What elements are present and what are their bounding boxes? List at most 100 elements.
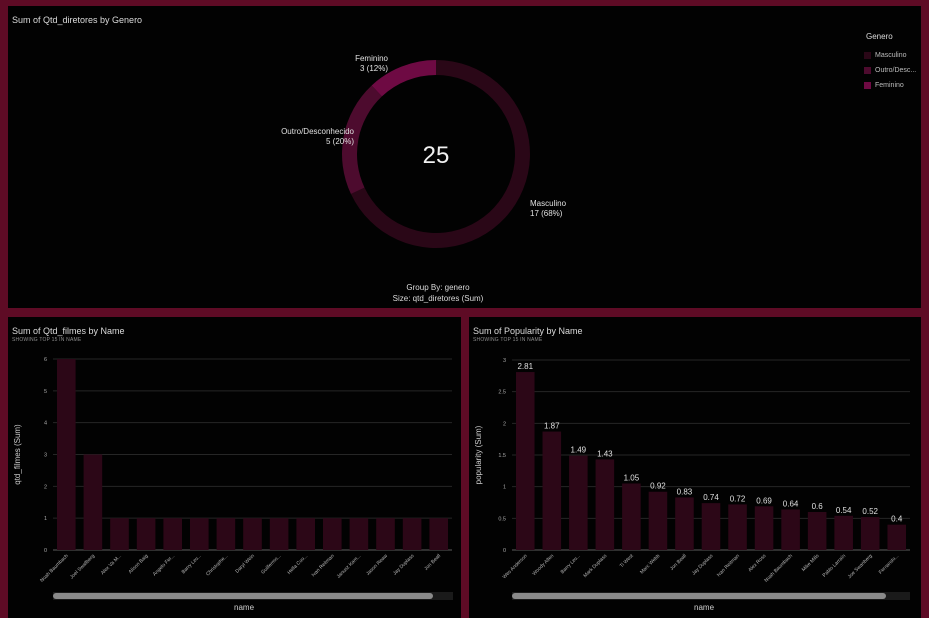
data-label: 0.54 [836,506,852,515]
data-label: 1.43 [597,449,613,458]
y-tick-label: 1 [44,516,47,522]
bar-noah-baumbach[interactable] [781,509,800,550]
x-tick-label: Mike Mills [801,553,821,573]
legend-item-masculino[interactable]: Masculino [864,52,907,59]
data-label: 0.72 [730,494,746,503]
bar-ti-west[interactable] [622,483,641,551]
x-tick-label: Hella Coo... [286,553,309,576]
bar-mark-duplass[interactable] [595,459,615,550]
bar-alison-baig[interactable] [136,518,156,550]
legend-label: Feminino [875,82,904,89]
bar-hella-coo[interactable] [296,518,316,550]
x-tick-label: Janusz Kam... [336,553,363,580]
x-tick-label: Mark Duplass [582,553,608,579]
x-tick-label: Wes Anderson [502,553,529,580]
bar-angelo-fer[interactable] [163,518,183,550]
films-x-axis-title: name [234,603,255,612]
x-tick-label: Joe Swanberg [847,553,874,580]
legend-swatch [864,82,871,89]
bar-guillermo[interactable] [269,518,289,550]
films-chart-panel: Sum of Qtd_filmes by Name SHOWING TOP 15… [8,317,461,618]
legend-item-outro[interactable]: Outro/Desc... [864,67,916,74]
bar-joe-swanberg[interactable] [860,517,880,550]
x-tick-label: Woody Allen [531,553,555,577]
bar-woody-allen[interactable] [542,431,562,550]
legend-label: Masculino [875,52,907,59]
bar-ivan-reitman[interactable] [322,518,342,550]
x-tick-label: Joel Swallberg [69,553,96,580]
popularity-chart-panel: Sum of Popularity by Name SHOWING TOP 15… [469,317,921,618]
slice-label-value: 5 (20%) [326,137,354,146]
donut-center-total: 25 [423,142,450,169]
bar-daryl-wein[interactable] [243,518,262,550]
popularity-scroll-thumb[interactable] [512,593,886,599]
bar-jay-duplass[interactable] [402,518,422,550]
bar-jon-beall[interactable] [429,518,449,550]
bar-christophe[interactable] [216,518,236,550]
legend-swatch [864,52,871,59]
bar-pablo-larra-n[interactable] [834,515,853,550]
y-tick-label: 1 [503,485,506,491]
bar-janusz-kam[interactable] [349,518,369,550]
bar-jay-duplass[interactable] [701,503,721,550]
y-tick-label: 0.5 [498,516,506,522]
y-tick-label: 2 [44,484,47,490]
bar-jason-reaw[interactable] [376,518,395,550]
data-label: 0.6 [812,502,824,511]
x-tick-label: Jon Beall [423,553,442,572]
x-tick-label: Jay Duplass [392,553,416,577]
bar-barry-lev[interactable] [189,518,209,550]
bar-joel-swallberg[interactable] [83,454,103,551]
x-tick-label: Alison Baig [128,553,150,575]
legend-item-feminino[interactable]: Feminino [864,82,904,89]
bar-noah-baumbach[interactable] [56,359,76,550]
data-label: 1.87 [544,422,560,431]
bar-fernando[interactable] [887,524,907,550]
y-tick-label: 6 [44,357,47,363]
x-tick-label: Ivan Reitman [311,553,336,578]
slice-label-value: 3 (12%) [360,64,388,73]
x-tick-label: Barry Lev... [181,553,203,575]
donut-chart: 25 Masculino17 (68%) Outro/Desconhecido5 (… [281,54,567,248]
y-tick-label: 5 [44,389,47,395]
x-tick-label: Daryl Wein [234,553,256,575]
x-tick-label: Ti West [619,553,635,569]
legend-label: Outro/Desc... [875,67,917,74]
bar-alex-va-m[interactable] [110,518,129,550]
slice-label-name: Outro/Desconhecido [281,127,354,136]
bar-marc-webb[interactable] [648,491,668,550]
bar-alex-ross[interactable] [754,506,774,550]
bar-mike-mills[interactable] [807,512,827,550]
x-tick-label: Noah Baumbach [39,553,70,584]
x-tick-label: Alex Ross [747,553,768,574]
size-by-label: Size: qtd_diretores (Sum) [392,294,484,303]
legend-title: Genero [866,32,893,41]
films-bar-chart: 0 1 2 3 4 5 6 qtd_filmes (Sum) Noah Baumbach Joel… [13,357,452,584]
films-horizontal-scrollbar[interactable] [53,592,453,600]
x-tick-label: Ivan Reitman [716,553,741,578]
popularity-horizontal-scrollbar[interactable] [512,592,910,600]
data-label: 1.05 [624,474,640,483]
x-tick-label: Jay Duplass [691,553,715,577]
popularity-x-axis-title: name [694,603,715,612]
data-label: 0.92 [650,482,666,491]
data-label: 0.69 [756,496,772,505]
bar-jon-beall[interactable] [675,497,694,550]
bar-wes-anderson[interactable] [515,372,535,550]
y-tick-label: 1.5 [498,453,506,459]
legend-swatch [864,67,871,74]
films-scroll-thumb[interactable] [53,593,433,599]
y-tick-label: 0 [44,548,47,554]
x-tick-label: Fernando... [878,553,900,575]
bar-ivan-reitman[interactable] [728,504,747,550]
y-tick-label: 0 [503,548,506,554]
data-label: 1.49 [571,446,587,455]
data-label: 0.4 [891,515,903,524]
data-label: 0.52 [862,507,878,516]
x-tick-label: Jon Beall [669,553,688,572]
x-tick-label: Alex Va M... [100,553,123,576]
x-tick-label: Barry Lev... [560,553,582,575]
bar-barry-lev[interactable] [569,455,588,550]
x-tick-label: Guillermo... [260,553,282,575]
slice-label-name: Feminino [355,54,388,63]
